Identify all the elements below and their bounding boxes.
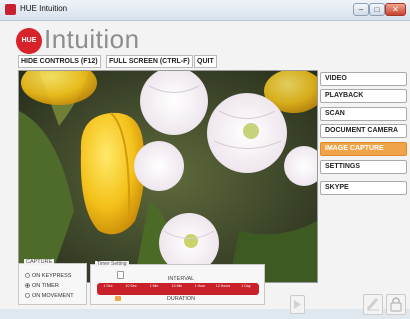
capture-option-movement[interactable]: ON MOVEMENT xyxy=(25,293,74,299)
minimize-button[interactable]: – xyxy=(353,3,369,16)
erase-button[interactable] xyxy=(363,294,383,315)
sidebar-item-video[interactable]: VIDEO xyxy=(320,72,407,86)
capture-option-keypress[interactable]: ON KEYPRESS xyxy=(25,273,71,279)
window-titlebar: HUE Intuition – □ ✕ xyxy=(0,0,410,21)
sidebar-item-scan[interactable]: SCAN xyxy=(320,107,407,121)
maximize-button[interactable]: □ xyxy=(369,3,385,16)
play-icon xyxy=(294,300,301,309)
capture-option-label: ON MOVEMENT xyxy=(32,293,74,299)
timer-panel: Timer Setting INTERVAL 1 Sec 10 Sec 1 Mi… xyxy=(90,261,265,305)
app-content: HUE Intuition HIDE CONTROLS (F12) FULL S… xyxy=(0,21,410,315)
timer-scale-bar[interactable]: 1 Sec 10 Sec 1 Min 10 Min 1 Hour 12 Hour… xyxy=(97,283,259,295)
capture-option-label: ON KEYPRESS xyxy=(32,273,72,279)
camera-image xyxy=(19,71,317,282)
hue-logo: HUE xyxy=(16,28,42,54)
capture-panel: CAPTURE ON KEYPRESS ON TIMER ON MOVEMENT xyxy=(18,259,87,305)
erase-icon xyxy=(366,297,379,311)
capture-title: CAPTURE xyxy=(24,259,55,265)
lock-button[interactable] xyxy=(386,294,406,315)
quit-button[interactable]: QUIT xyxy=(194,55,217,68)
camera-preview xyxy=(18,70,318,283)
tick-1-min: 1 Min xyxy=(149,284,159,288)
tick-1-day: 1 Day xyxy=(241,284,251,288)
close-button[interactable]: ✕ xyxy=(385,3,406,16)
play-button[interactable] xyxy=(290,295,305,314)
interval-label: INTERVAL xyxy=(167,276,195,282)
sidebar-item-settings[interactable]: SETTINGS xyxy=(320,160,407,174)
sidebar-item-playback[interactable]: PLAYBACK xyxy=(320,89,407,103)
tick-1-sec: 1 Sec xyxy=(103,284,113,288)
tick-10-min: 10 Min xyxy=(171,284,183,288)
capture-option-label: ON TIMER xyxy=(32,283,59,289)
duration-slider-handle[interactable] xyxy=(115,296,121,301)
window-title: HUE Intuition xyxy=(20,4,68,13)
hide-controls-button[interactable]: HIDE CONTROLS (F12) xyxy=(18,55,101,68)
tick-12-hours: 12 Hours xyxy=(215,284,231,288)
radio-movement[interactable] xyxy=(25,293,30,298)
radio-keypress[interactable] xyxy=(25,273,30,278)
sidebar-item-document-camera[interactable]: DOCUMENT CAMERA xyxy=(320,124,407,138)
radio-timer[interactable] xyxy=(25,283,30,288)
timer-title: Timer Setting xyxy=(95,261,129,267)
lock-icon xyxy=(390,297,402,312)
app-icon xyxy=(5,4,16,15)
sidebar-item-image-capture[interactable]: IMAGE CAPTURE xyxy=(320,142,407,156)
sidebar-item-skype[interactable]: SKYPE xyxy=(320,181,407,195)
duration-label: DURATION xyxy=(166,296,196,302)
interval-slider-handle[interactable] xyxy=(117,271,124,279)
full-screen-button[interactable]: FULL SCREEN (CTRL-F) xyxy=(106,55,193,68)
tick-1-hour: 1 Hour xyxy=(194,284,206,288)
app-name: Intuition xyxy=(44,24,140,54)
tick-10-sec: 10 Sec xyxy=(125,284,137,288)
capture-option-timer[interactable]: ON TIMER xyxy=(25,283,59,289)
